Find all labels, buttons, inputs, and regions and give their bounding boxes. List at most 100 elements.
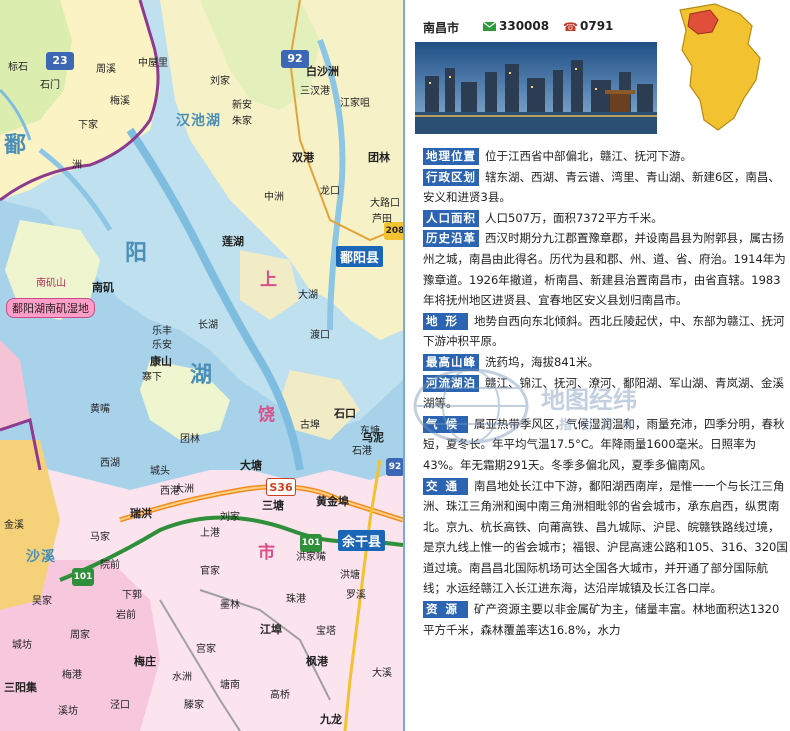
info-label: 地形 [423, 312, 468, 330]
info-label: 交通 [423, 477, 468, 495]
county-seat-label[interactable]: 鄱阳县 [336, 246, 384, 267]
map-place: 双港 [292, 151, 314, 164]
map-place: 院前 [100, 560, 120, 571]
info-text: 洗药坞，海拔841米。 [485, 354, 599, 369]
info-text: 地势自西向东北倾斜。西北丘陵起伏，中、东部为赣江、抚河下游冲积平原。 [423, 313, 785, 349]
map-place: 大路口 [370, 198, 400, 209]
map-place: 马家 [90, 532, 110, 543]
info-text: 属亚热带季风区，气候湿润温和，雨量充沛，四季分明，春秋短，夏冬长。年平均气温17… [423, 416, 785, 472]
info-text: 位于江西省中部偏北，赣江、抚河下游。 [485, 149, 692, 163]
map-place: 城头 [150, 466, 170, 477]
map-place: 江家咀 [340, 98, 370, 109]
map-place: 洲 [72, 160, 82, 171]
map-place: 石门 [40, 80, 60, 91]
map-place: 下家 [78, 120, 98, 131]
map-place: 枫港 [306, 655, 328, 668]
info-label: 历史沿革 [423, 230, 479, 248]
info-label: 资源 [423, 601, 468, 619]
map-place: 渡口 [310, 330, 330, 341]
map-label-city: 饶 [258, 405, 275, 425]
wetland-tag[interactable]: 鄱阳湖南矶湿地 [6, 298, 95, 318]
map-place: 周溪 [96, 64, 116, 75]
map-place: 梅溪 [110, 96, 130, 107]
map-place: 三塘 [262, 499, 284, 512]
map-place: 乐安 [152, 340, 172, 351]
map-place: 寨下 [142, 372, 162, 383]
map-place: 洪塘 [340, 570, 360, 581]
map-place: 汉池湖 [176, 113, 221, 129]
map-place: 石港 [352, 446, 372, 457]
map-place: 官家 [200, 566, 220, 577]
info-label: 人口面积 [423, 209, 479, 227]
map-place: 下郭 [122, 590, 142, 601]
highway-shield: 92 [386, 458, 403, 476]
map-place: 泾口 [110, 700, 130, 711]
info-label: 气候 [423, 415, 468, 433]
info-label: 行政区划 [423, 168, 479, 186]
map-place: 南矶山 [36, 278, 66, 289]
map-place: 刘家 [220, 512, 240, 523]
map-place: 宫家 [196, 644, 216, 655]
info-row: 资源 矿产资源主要以非金属矿为主，储量丰富。林地面积达1320平方千米，森林覆盖率… [423, 599, 788, 640]
map-place: 九龙 [320, 713, 342, 726]
map-place: 梅港 [62, 670, 82, 681]
map-place: 周家 [70, 630, 90, 641]
map-place: 白沙洲 [306, 65, 339, 78]
highway-shield: S36 [266, 478, 296, 496]
envelope-icon [483, 22, 496, 31]
map-place: 宝塔 [316, 626, 336, 637]
map-place: 瑞洪 [130, 507, 152, 520]
map-place: 溪坊 [58, 706, 78, 717]
info-row: 交通 南昌地处长江中下游，鄱阳湖西南岸，是惟一一个与长江三角洲、珠江三角洲和闽中南… [423, 476, 788, 600]
map-place: 长湖 [198, 320, 218, 331]
map-place: 罗溪 [346, 590, 366, 601]
map-place: 大溪 [372, 668, 392, 679]
info-text: 人口507万，面积7372平方千米。 [485, 210, 663, 225]
map-place: 团林 [180, 434, 200, 445]
phone-icon: ☎ [563, 20, 578, 34]
map-place: 三汊港 [300, 86, 330, 97]
info-row: 河流湖泊 赣江、锦江、抚河、潦河、鄱阳湖、军山湖、青岚湖、金溪湖等。 [423, 373, 788, 414]
highway-shield: 101 [72, 568, 94, 586]
map-label-city: 市 [258, 543, 275, 563]
map-place: 三阳集 [4, 681, 37, 694]
map-place: 南矶 [92, 281, 114, 294]
info-label: 地理位置 [423, 148, 479, 165]
map-panel[interactable]: 鄱 阳 湖 饶 市 上 23 92 208 S36 101 101 92 鄱阳县… [0, 0, 403, 731]
highway-shield: 23 [46, 52, 74, 70]
map-place: 城坊 [12, 640, 32, 651]
area-code-value: 0791 [580, 19, 614, 33]
city-photo [415, 42, 657, 134]
map-place: 乐丰 [152, 326, 172, 337]
postcode: 330008 [483, 19, 549, 33]
map-place: 上港 [200, 528, 220, 539]
map-place: 墨林 [220, 600, 240, 611]
map-place: 高桥 [270, 690, 290, 701]
map-place: 朱家 [232, 116, 252, 127]
highway-shield: 101 [300, 534, 322, 552]
map-place: 黄嘴 [90, 404, 110, 415]
map-place: 吴家 [32, 596, 52, 607]
map-place: 塘南 [220, 680, 240, 691]
map-place: 岩前 [116, 610, 136, 621]
info-text: 南昌地处长江中下游，鄱阳湖西南岸，是惟一一个与长江三角洲、珠江三角洲和闽中南三角… [423, 478, 788, 596]
info-row: 最高山峰 洗药坞，海拔841米。 [423, 352, 788, 373]
map-place: 乌泥 [362, 431, 384, 444]
map-place: 西港 [160, 486, 180, 497]
map-place: 康山 [150, 355, 172, 368]
map-place: 芦田 [372, 214, 392, 225]
area-code: ☎ 0791 [563, 19, 614, 34]
map-label-lake: 阳 [125, 241, 149, 266]
info-label: 最高山峰 [423, 353, 479, 371]
info-row: 人口面积 人口507万，面积7372平方千米。 [423, 208, 788, 229]
map-place: 大湖 [298, 290, 318, 301]
map-place: 黄金埠 [316, 495, 349, 508]
info-row: 行政区划 辖东湖、西湖、青云谱、湾里、青山湖、新建6区，南昌、安义和进贤3县。 [423, 167, 788, 208]
map-place: 中洲 [264, 192, 284, 203]
map-label-city: 上 [260, 270, 277, 290]
map-place: 金溪 [4, 520, 24, 531]
info-text: 矿产资源主要以非金属矿为主，储量丰富。林地面积达1320平方千米，森林覆盖率达1… [423, 602, 780, 637]
map-place: 洪家嘴 [296, 552, 326, 563]
highway-shield: 92 [281, 50, 309, 68]
county-seat-label[interactable]: 余干县 [338, 530, 386, 551]
